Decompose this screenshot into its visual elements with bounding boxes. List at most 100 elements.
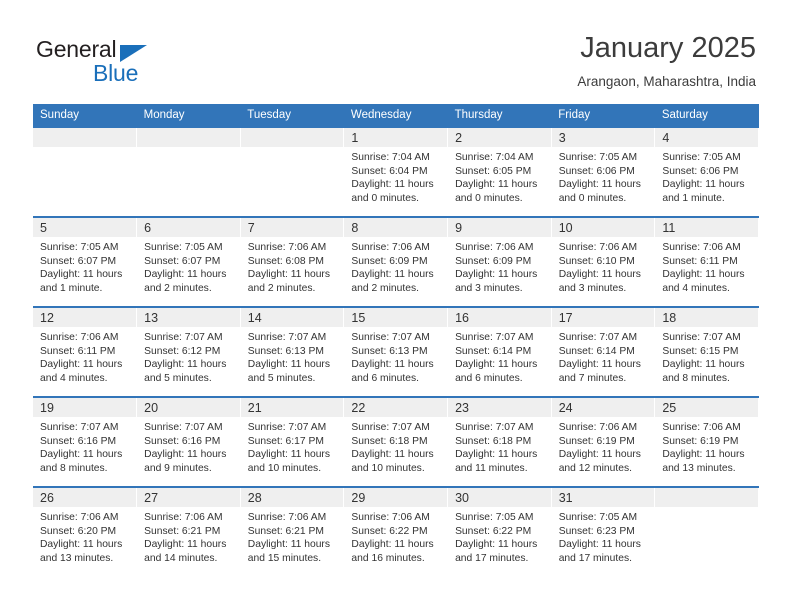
calendar-day-cell[interactable]: 28 Sunrise: 7:06 AM Sunset: 6:21 PM Dayligh… [240,486,345,576]
calendar-day-cell[interactable]: 11 Sunrise: 7:06 AM Sunset: 6:11 PM Dayligh… [654,216,759,307]
calendar-day-cell[interactable]: 4 Sunrise: 7:05 AM Sunset: 6:06 PM Daylight… [654,126,759,217]
day-number: 1 [351,131,359,145]
sunset-text: Sunset: 6:10 PM [558,255,635,267]
sunrise-text: Sunrise: 7:05 AM [144,242,223,253]
calendar-day-cell[interactable]: 22 Sunrise: 7:07 AM Sunset: 6:18 PM Dayligh… [343,396,449,487]
general-blue-logo[interactable]: General Blue [36,36,216,86]
sunset-text: Sunset: 6:17 PM [247,435,324,447]
day-number: 17 [558,311,573,325]
calendar-day-cell[interactable]: 1 Sunrise: 7:04 AM Sunset: 6:04 PM Daylight… [343,126,449,217]
day-details: Sunrise: 7:05 AM Sunset: 6:22 PM Daylight:… [448,507,551,565]
day-details: Sunrise: 7:07 AM Sunset: 6:18 PM Daylight:… [448,417,551,475]
day-details: Sunrise: 7:06 AM Sunset: 6:21 PM Daylight:… [241,507,344,565]
calendar-day-cell[interactable]: 6 Sunrise: 7:05 AM Sunset: 6:07 PM Daylight… [136,216,241,307]
calendar-day-cell[interactable]: 14 Sunrise: 7:07 AM Sunset: 6:13 PM Dayligh… [240,306,345,397]
day-details: Sunrise: 7:05 AM Sunset: 6:07 PM Daylight:… [137,237,240,295]
day-number: 7 [247,221,255,235]
day-number: 20 [144,401,159,415]
sunset-text: Sunset: 6:14 PM [558,345,635,357]
day-details: Sunrise: 7:07 AM Sunset: 6:17 PM Daylight:… [241,417,344,475]
day-details: Sunrise: 7:07 AM Sunset: 6:12 PM Daylight:… [137,327,240,385]
weekday-header-friday: Friday [551,104,655,127]
day-cell-inner: 5 Sunrise: 7:05 AM Sunset: 6:07 PM Daylight… [33,218,137,306]
calendar-day-cell[interactable]: 7 Sunrise: 7:06 AM Sunset: 6:08 PM Daylight… [240,216,345,307]
page-header: General Blue January 2025 Arangaon, Maha… [0,0,792,100]
day-cell-inner [137,128,240,216]
sunrise-text: Sunrise: 7:07 AM [455,332,534,343]
day-number: 8 [351,221,359,235]
day-number-band: 28 [240,488,344,507]
calendar-day-cell[interactable]: 17 Sunrise: 7:07 AM Sunset: 6:14 PM Dayligh… [551,306,656,397]
day-number: 18 [662,311,677,325]
sunset-text: Sunset: 6:19 PM [662,435,739,447]
calendar-day-cell[interactable]: 5 Sunrise: 7:05 AM Sunset: 6:07 PM Daylight… [33,216,138,307]
calendar-day-cell[interactable]: 13 Sunrise: 7:07 AM Sunset: 6:12 PM Dayligh… [136,306,241,397]
day-cell-inner: 26 Sunrise: 7:06 AM Sunset: 6:20 PM Dayligh… [33,488,137,576]
calendar-header-row: Sunday Monday Tuesday Wednesday Thursday… [33,104,759,127]
calendar-day-cell[interactable]: 3 Sunrise: 7:05 AM Sunset: 6:06 PM Daylight… [551,126,656,217]
day-details: Sunrise: 7:07 AM Sunset: 6:13 PM Daylight:… [344,327,447,385]
day-cell-inner: 20 Sunrise: 7:07 AM Sunset: 6:16 PM Dayligh… [137,398,240,486]
sunset-text: Sunset: 6:04 PM [351,165,428,177]
calendar-day-cell[interactable]: 31 Sunrise: 7:05 AM Sunset: 6:23 PM Dayligh… [551,486,656,576]
sunrise-text: Sunrise: 7:06 AM [558,242,638,253]
calendar-day-cell[interactable]: 21 Sunrise: 7:07 AM Sunset: 6:17 PM Dayligh… [240,396,345,487]
day-cell-inner: 31 Sunrise: 7:05 AM Sunset: 6:23 PM Dayligh… [551,488,655,576]
daylight-text: Daylight: 11 hours and 9 minutes. [144,449,227,474]
day-cell-inner: 14 Sunrise: 7:07 AM Sunset: 6:13 PM Dayligh… [240,308,344,396]
day-number-band: 22 [344,398,448,417]
day-details: Sunrise: 7:06 AM Sunset: 6:11 PM Daylight:… [655,237,758,295]
calendar-grid: Sunday Monday Tuesday Wednesday Thursday… [33,104,759,576]
daylight-text: Daylight: 11 hours and 5 minutes. [247,359,331,384]
sunset-text: Sunset: 6:21 PM [247,525,324,537]
sunset-text: Sunset: 6:07 PM [144,255,221,267]
calendar-day-cell[interactable]: 27 Sunrise: 7:06 AM Sunset: 6:21 PM Dayligh… [136,486,241,576]
calendar-day-cell[interactable]: 30 Sunrise: 7:05 AM Sunset: 6:22 PM Dayligh… [447,486,552,576]
calendar-day-cell[interactable]: 2 Sunrise: 7:04 AM Sunset: 6:05 PM Daylight… [447,126,552,217]
day-number-band [655,488,758,507]
daylight-text: Daylight: 11 hours and 8 minutes. [40,449,123,474]
page-title: January 2025 [580,32,756,64]
calendar-day-cell[interactable]: 24 Sunrise: 7:06 AM Sunset: 6:19 PM Dayligh… [551,396,656,487]
day-details: Sunrise: 7:05 AM Sunset: 6:07 PM Daylight:… [33,237,136,295]
day-number: 16 [455,311,469,325]
day-details: Sunrise: 7:06 AM Sunset: 6:09 PM Daylight:… [448,237,551,295]
calendar-day-cell[interactable]: 23 Sunrise: 7:07 AM Sunset: 6:18 PM Dayligh… [447,396,552,487]
calendar-day-cell[interactable]: 20 Sunrise: 7:07 AM Sunset: 6:16 PM Dayligh… [136,396,241,487]
calendar-day-cell[interactable]: 29 Sunrise: 7:06 AM Sunset: 6:22 PM Dayligh… [343,486,449,576]
calendar-day-cell[interactable]: 25 Sunrise: 7:06 AM Sunset: 6:19 PM Dayligh… [654,396,759,487]
calendar-day-cell[interactable]: 9 Sunrise: 7:06 AM Sunset: 6:09 PM Daylight… [447,216,552,307]
sunrise-text: Sunrise: 7:05 AM [558,152,638,163]
daylight-text: Daylight: 11 hours and 4 minutes. [662,269,745,294]
calendar-day-cell[interactable]: 10 Sunrise: 7:06 AM Sunset: 6:10 PM Dayligh… [551,216,656,307]
day-number: 26 [40,491,54,505]
sunrise-text: Sunrise: 7:06 AM [351,512,430,523]
calendar-day-cell[interactable]: 26 Sunrise: 7:06 AM Sunset: 6:20 PM Dayligh… [33,486,138,576]
calendar-day-cell[interactable]: 19 Sunrise: 7:07 AM Sunset: 6:16 PM Dayligh… [33,396,138,487]
daylight-text: Daylight: 11 hours and 6 minutes. [351,359,434,384]
calendar-day-cell[interactable]: 12 Sunrise: 7:06 AM Sunset: 6:11 PM Dayligh… [33,306,138,397]
day-cell-inner: 18 Sunrise: 7:07 AM Sunset: 6:15 PM Dayligh… [655,308,758,396]
day-cell-inner: 27 Sunrise: 7:06 AM Sunset: 6:21 PM Dayligh… [137,488,240,576]
day-number: 4 [662,131,670,145]
daylight-text: Daylight: 11 hours and 10 minutes. [351,449,434,474]
calendar-day-cell-empty [136,126,241,217]
day-details: Sunrise: 7:06 AM Sunset: 6:22 PM Daylight:… [344,507,447,565]
weekday-header-tuesday: Tuesday [240,104,344,127]
day-details: Sunrise: 7:07 AM Sunset: 6:15 PM Daylight:… [655,327,758,385]
day-number-band: 31 [551,488,655,507]
day-number: 12 [40,311,54,325]
calendar-day-cell[interactable]: 8 Sunrise: 7:06 AM Sunset: 6:09 PM Daylight… [343,216,449,307]
day-details: Sunrise: 7:06 AM Sunset: 6:09 PM Daylight:… [344,237,447,295]
day-number-band: 7 [240,218,344,237]
daylight-text: Daylight: 11 hours and 12 minutes. [558,449,641,474]
sunset-text: Sunset: 6:11 PM [662,255,738,267]
daylight-text: Daylight: 11 hours and 17 minutes. [455,539,538,564]
daylight-text: Daylight: 11 hours and 16 minutes. [351,539,434,564]
day-number: 9 [455,221,463,235]
calendar-day-cell[interactable]: 15 Sunrise: 7:07 AM Sunset: 6:13 PM Dayligh… [343,306,449,397]
calendar-day-cell[interactable]: 16 Sunrise: 7:07 AM Sunset: 6:14 PM Dayligh… [447,306,552,397]
calendar-day-cell[interactable]: 18 Sunrise: 7:07 AM Sunset: 6:15 PM Dayligh… [654,306,759,397]
sunrise-text: Sunrise: 7:06 AM [455,242,534,253]
sunset-text: Sunset: 6:22 PM [455,525,532,537]
